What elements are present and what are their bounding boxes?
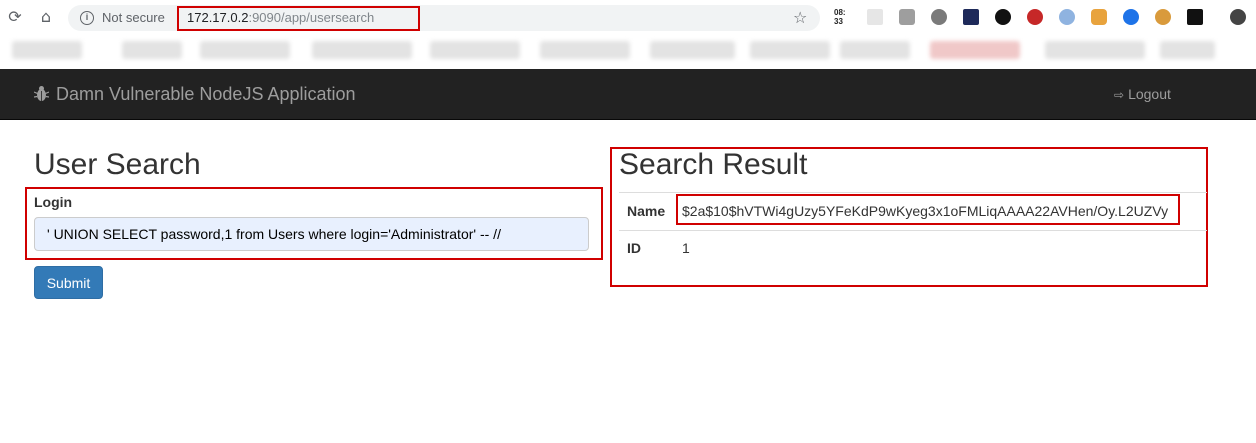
bug-icon (34, 86, 49, 101)
bookmark-item[interactable] (12, 41, 82, 59)
logout-icon: ⇨ (1114, 88, 1125, 102)
bookmark-item[interactable] (750, 41, 830, 59)
tag-extension-icon[interactable] (963, 9, 979, 25)
profile-avatar-icon[interactable] (1230, 9, 1246, 25)
table-divider (619, 192, 1207, 193)
bookmark-star-icon[interactable]: ☆ (793, 8, 807, 27)
page-title: User Search (34, 148, 201, 181)
result-title: Search Result (619, 148, 808, 181)
bookmark-item[interactable] (930, 41, 1020, 59)
app-brand[interactable]: Damn Vulnerable NodeJS Application (56, 84, 356, 105)
result-name-key: Name (627, 203, 666, 219)
cookie-extension-icon[interactable] (1155, 9, 1171, 25)
star-extension-icon[interactable] (1091, 9, 1107, 25)
blue-circle-extension-icon[interactable] (1123, 9, 1139, 25)
bookmark-item[interactable] (840, 41, 910, 59)
logout-label: Logout (1128, 86, 1171, 102)
bookmark-item[interactable] (540, 41, 630, 59)
reload-icon[interactable]: ⟳ (6, 8, 24, 26)
feather-extension-icon[interactable] (1059, 9, 1075, 25)
login-input[interactable] (34, 217, 589, 251)
login-label: Login (34, 194, 73, 210)
ea-extension-icon[interactable] (995, 9, 1011, 25)
bookmark-item[interactable] (200, 41, 290, 59)
url-path: :9090/app/usersearch (248, 10, 375, 25)
logout-link[interactable]: ⇨ Logout (1114, 86, 1171, 102)
security-label: Not secure (102, 10, 165, 25)
hex-extension-icon[interactable] (931, 9, 947, 25)
result-id-value: 1 (682, 240, 690, 256)
camera-extension-icon[interactable] (899, 9, 915, 25)
clock-extension-icon[interactable]: 08: 33 (834, 8, 846, 26)
result-id-key: ID (627, 240, 641, 256)
bookmark-item[interactable] (650, 41, 735, 59)
info-icon[interactable]: i (80, 11, 94, 25)
bookmark-item[interactable] (1160, 41, 1215, 59)
bookmark-item[interactable] (430, 41, 520, 59)
url-text[interactable]: 172.17.0.2:9090/app/usersearch (187, 10, 374, 25)
bookmark-item[interactable] (1045, 41, 1145, 59)
home-icon[interactable]: ⌂ (37, 8, 55, 26)
submit-button[interactable]: Submit (34, 266, 103, 299)
block-extension-icon[interactable] (1027, 9, 1043, 25)
bookmark-item[interactable] (122, 41, 182, 59)
table-divider (619, 230, 1207, 231)
document-extension-icon[interactable] (1187, 9, 1203, 25)
result-name-value: $2a$10$hVTWi4gUzy5YFeKdP9wKyeg3x1oFMLiqA… (682, 203, 1169, 219)
bookmark-item[interactable] (312, 41, 412, 59)
url-host: 172.17.0.2 (187, 10, 249, 25)
grid-extension-icon[interactable] (867, 9, 883, 25)
